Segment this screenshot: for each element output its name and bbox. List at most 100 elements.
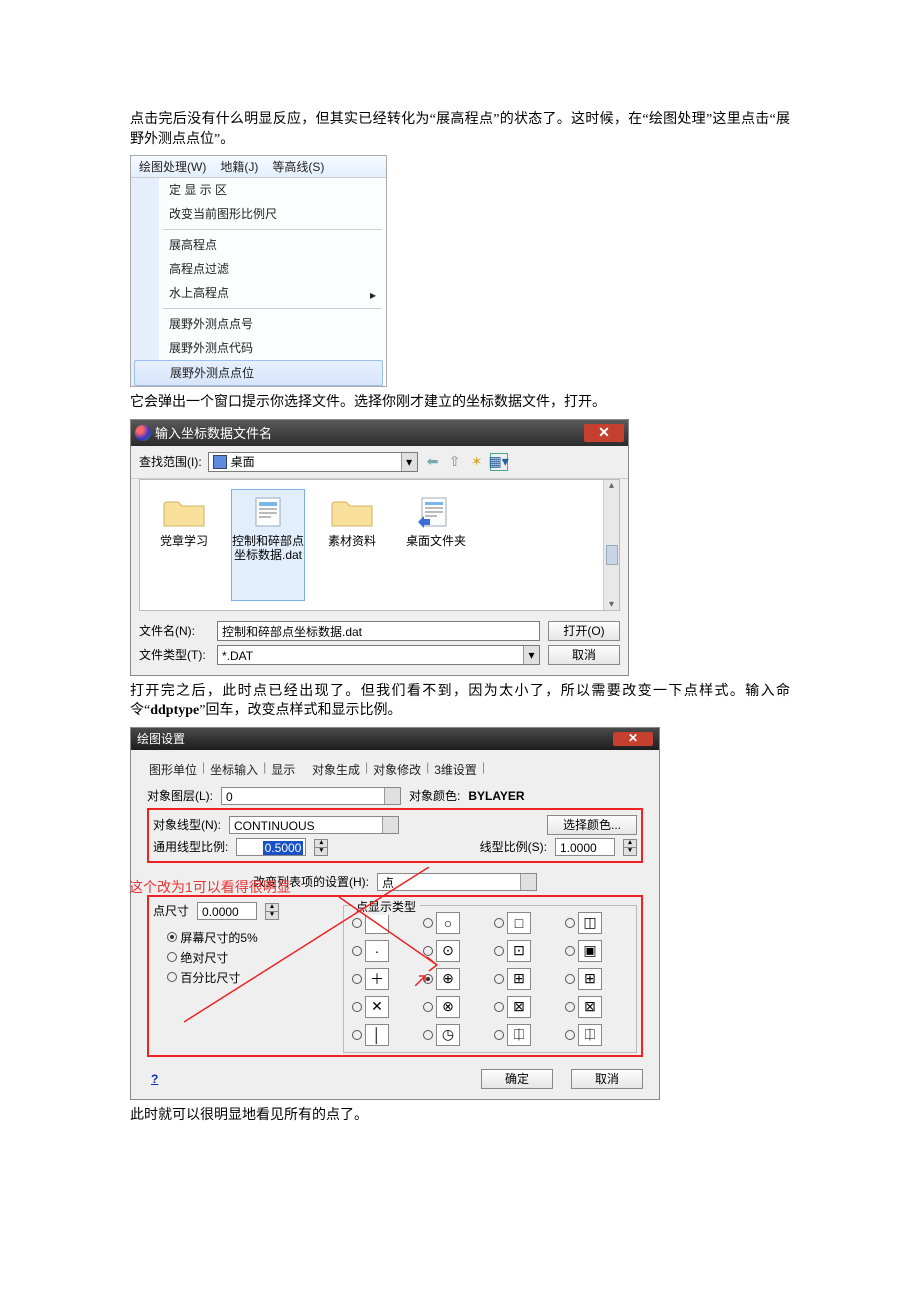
spin-buttons[interactable]: ▴▾ (314, 839, 328, 855)
menu-item-elev-point[interactable]: 展高程点 (131, 233, 386, 257)
scroll-thumb[interactable] (606, 545, 618, 565)
scroll-up-icon[interactable]: ▴ (609, 480, 614, 491)
filetype-dropdown[interactable]: *.DAT ▾ (217, 645, 540, 665)
radio-percent[interactable]: 百分比尺寸 (167, 968, 323, 988)
point-type-legend: 点显示类型 (352, 898, 420, 915)
filename-input[interactable]: 控制和碎部点坐标数据.dat (217, 621, 540, 641)
menu-item-change-scale[interactable]: 改变当前图形比例尺 (131, 202, 386, 226)
point-style-option[interactable]: · (352, 940, 415, 962)
close-button[interactable]: ✕ (613, 732, 653, 746)
point-style-option[interactable]: ＋ (352, 968, 415, 990)
ltscale-label: 线型比例(S): (480, 838, 547, 855)
menu-item-water-elev[interactable]: 水上高程点 ▸ (131, 281, 386, 305)
folder-item[interactable]: 党章学习 (148, 490, 220, 600)
scroll-down-icon[interactable]: ▾ (609, 599, 614, 610)
tabset: 图形单位| 坐标输入| 显示 对象生成| 对象修改| 3维设置| (147, 760, 643, 779)
global-scale-input[interactable]: 0.5000 (236, 838, 306, 856)
menu-contour[interactable]: 等高线(S) (272, 158, 324, 175)
tab-coord[interactable]: 坐标输入 (208, 760, 260, 779)
tab-obj-modify[interactable]: 对象修改 (371, 760, 423, 779)
obj-color-label: 对象颜色: (409, 787, 460, 804)
menu-item-elev-filter[interactable]: 高程点过滤 (131, 257, 386, 281)
filename-label: 文件名(N): (139, 622, 209, 639)
tab-display[interactable]: 显示 (269, 760, 297, 779)
view-menu-icon[interactable]: ▦▾ (490, 453, 508, 471)
obj-linetype-label: 对象线型(N): (153, 816, 221, 833)
point-style-option[interactable]: ○ (423, 912, 486, 934)
point-style-option[interactable] (352, 912, 415, 934)
menu-item-field-code[interactable]: 展野外测点代码 (131, 336, 386, 360)
look-in-label: 查找范围(I): (139, 453, 202, 470)
settings-title: 绘图设置 (137, 730, 185, 747)
new-folder-icon[interactable]: ✶ (468, 453, 486, 471)
point-style-option[interactable]: ⊙ (423, 940, 486, 962)
menu-item-field-pos[interactable]: 展野外测点点位 (134, 360, 383, 386)
point-style-option-selected[interactable]: ⊕ (423, 968, 486, 990)
help-link[interactable]: ? (147, 1072, 158, 1086)
spin-buttons[interactable]: ▴▾ (623, 839, 637, 855)
back-icon[interactable]: ⬅ (424, 453, 442, 471)
annotation-text: 这个改为1可以看得很明显 (129, 880, 291, 895)
close-button[interactable]: ✕ (584, 424, 624, 442)
radio-screen-percent[interactable]: 屏幕尺寸的5% (167, 928, 323, 948)
folder-item[interactable]: 桌面文件夹 (400, 490, 472, 600)
point-style-option[interactable]: ⊞ (565, 968, 628, 990)
point-style-option[interactable]: □ (494, 912, 557, 934)
obj-layer-dropdown[interactable]: 0 (221, 787, 401, 805)
desktop-icon (213, 455, 227, 469)
point-style-option[interactable]: ⎅ (565, 1024, 628, 1046)
folder-shortcut-icon (414, 494, 458, 530)
point-style-option[interactable]: │ (352, 1024, 415, 1046)
ltscale-input[interactable]: 1.0000 (555, 838, 615, 856)
drawing-settings-dialog: 绘图设置 ✕ 图形单位| 坐标输入| 显示 对象生成| 对象修改| 3维设置| … (130, 727, 660, 1100)
dat-file-icon (246, 494, 290, 530)
chevron-down-icon: ▾ (401, 453, 417, 471)
menu-drawing[interactable]: 绘图处理(W) (139, 158, 206, 175)
dialog-title: 输入坐标数据文件名 (151, 423, 584, 442)
folder-item[interactable]: 素材资料 (316, 490, 388, 600)
point-style-option[interactable]: ⎅ (494, 1024, 557, 1046)
tab-3d[interactable]: 3维设置 (432, 760, 479, 779)
point-style-option[interactable]: ✕ (352, 996, 415, 1018)
change-list-dropdown[interactable]: 点 (377, 873, 537, 891)
tab-units[interactable]: 图形单位 (147, 760, 199, 779)
filetype-label: 文件类型(T): (139, 646, 209, 663)
obj-layer-label: 对象图层(L): (147, 787, 213, 804)
radio-absolute[interactable]: 绝对尺寸 (167, 948, 323, 968)
paragraph-4: 此时就可以很明显地看见所有的点了。 (130, 1106, 790, 1126)
point-style-option[interactable]: ◫ (565, 912, 628, 934)
folder-icon (162, 494, 206, 530)
app-icon (135, 425, 151, 441)
ok-button[interactable]: 确定 (481, 1069, 553, 1089)
paragraph-3: 打开完之后，此时点已经出现了。但我们看不到，因为太小了，所以需要改变一下点样式。… (130, 682, 790, 721)
point-style-option[interactable]: ◷ (423, 1024, 486, 1046)
obj-linetype-dropdown[interactable]: CONTINUOUS (229, 816, 399, 834)
menu-item-field-num[interactable]: 展野外测点点号 (131, 312, 386, 336)
point-style-option[interactable]: ⊡ (494, 940, 557, 962)
tab-obj-create[interactable]: 对象生成 (310, 760, 362, 779)
folder-icon (330, 494, 374, 530)
menu-item-set-area[interactable]: 定 显 示 区 (131, 178, 386, 202)
point-style-option[interactable]: ⊞ (494, 968, 557, 990)
scrollbar[interactable]: ▴ ▾ (603, 480, 619, 610)
chevron-down-icon: ▾ (523, 646, 539, 664)
pick-color-button[interactable]: 选择颜色... (547, 815, 637, 835)
highlighted-group-top: 对象线型(N): CONTINUOUS 选择颜色... 通用线型比例: 0.50… (147, 808, 643, 863)
file-open-dialog: 输入坐标数据文件名 ✕ 查找范围(I): 桌面 ▾ ⬅ ⇧ ✶ ▦▾ 党章学习 (130, 419, 629, 676)
menu-cadastre[interactable]: 地籍(J) (220, 158, 258, 175)
point-style-option[interactable]: ⊗ (423, 996, 486, 1018)
point-style-option[interactable]: ▣ (565, 940, 628, 962)
spin-buttons[interactable]: ▴▾ (265, 903, 279, 919)
point-style-option[interactable]: ⊠ (565, 996, 628, 1018)
point-size-input[interactable]: 0.0000 (197, 902, 257, 920)
global-scale-label: 通用线型比例: (153, 838, 228, 855)
point-style-option[interactable]: ⊠ (494, 996, 557, 1018)
cancel-button[interactable]: 取消 (571, 1069, 643, 1089)
cancel-button[interactable]: 取消 (548, 645, 620, 665)
file-item-selected[interactable]: 控制和碎部点坐标数据.dat (232, 490, 304, 600)
paragraph-2: 它会弹出一个窗口提示你选择文件。选择你刚才建立的坐标数据文件，打开。 (130, 393, 790, 413)
open-button[interactable]: 打开(O) (548, 621, 620, 641)
submenu-arrow-icon: ▸ (370, 285, 376, 305)
up-folder-icon[interactable]: ⇧ (446, 453, 464, 471)
look-in-dropdown[interactable]: 桌面 ▾ (208, 452, 418, 472)
